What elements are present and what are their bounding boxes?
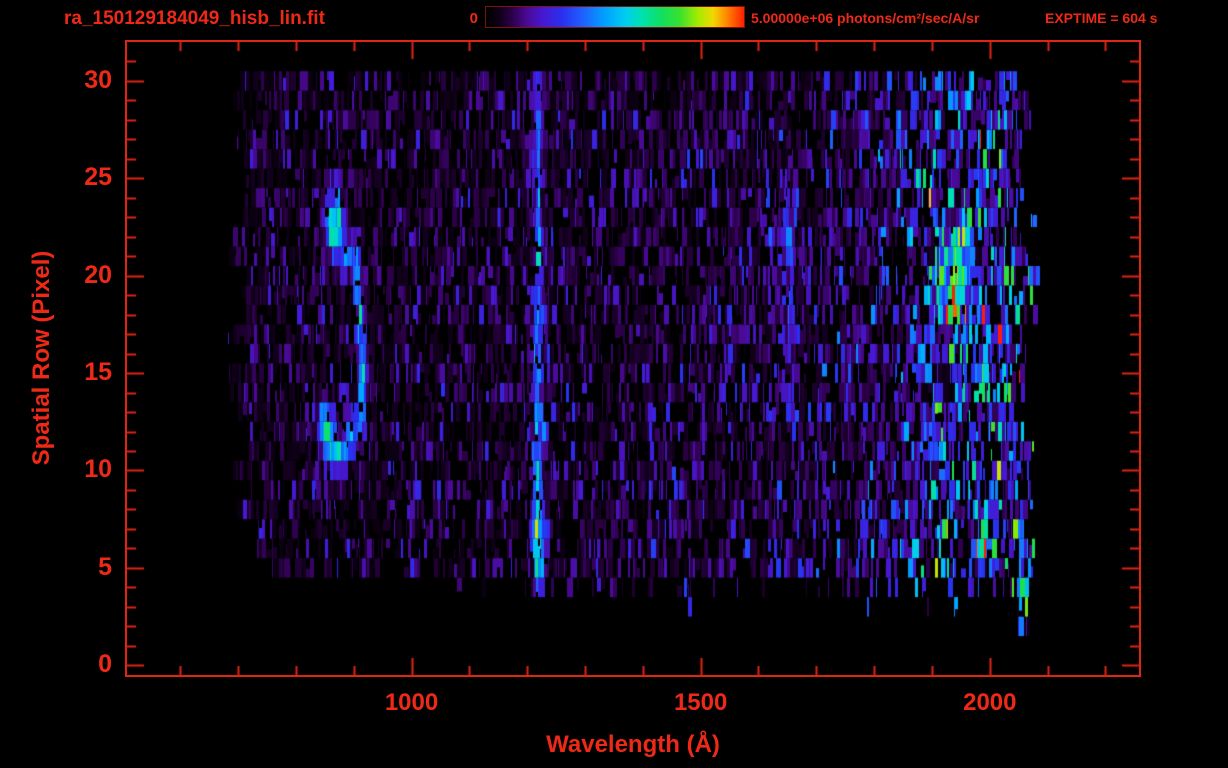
y-tick-label: 5 [98,552,112,581]
y-tick-label: 30 [84,65,112,94]
exptime-label: EXPTIME = 604 s [1045,10,1158,26]
plot-frame [125,40,1141,677]
spectrogram-canvas [127,42,1139,675]
y-tick-label: 0 [98,650,112,679]
x-tick-label: 1500 [673,689,728,716]
x-tick-label: 2000 [963,689,1017,716]
y-tick-label: 10 [84,455,112,484]
x-axis-title: Wavelength (Å) [546,731,720,758]
x-tick-label: 1000 [384,689,439,716]
colorbar-min-label: 0 [469,10,478,27]
y-tick-label: 15 [84,358,112,387]
colorbar-gradient [485,6,745,28]
spectral-image-viewer: ra_150129184049_hisb_lin.fit 0 5.00000e+… [0,0,1228,768]
y-tick-label: 25 [84,163,112,192]
colorbar-max-label: 5.00000e+06 photons/cm²/sec/A/sr [751,10,980,26]
y-axis-title: Spatial Row (Pixel) [28,250,55,466]
image-title: ra_150129184049_hisb_lin.fit [64,8,325,29]
y-tick-label: 20 [84,260,112,289]
